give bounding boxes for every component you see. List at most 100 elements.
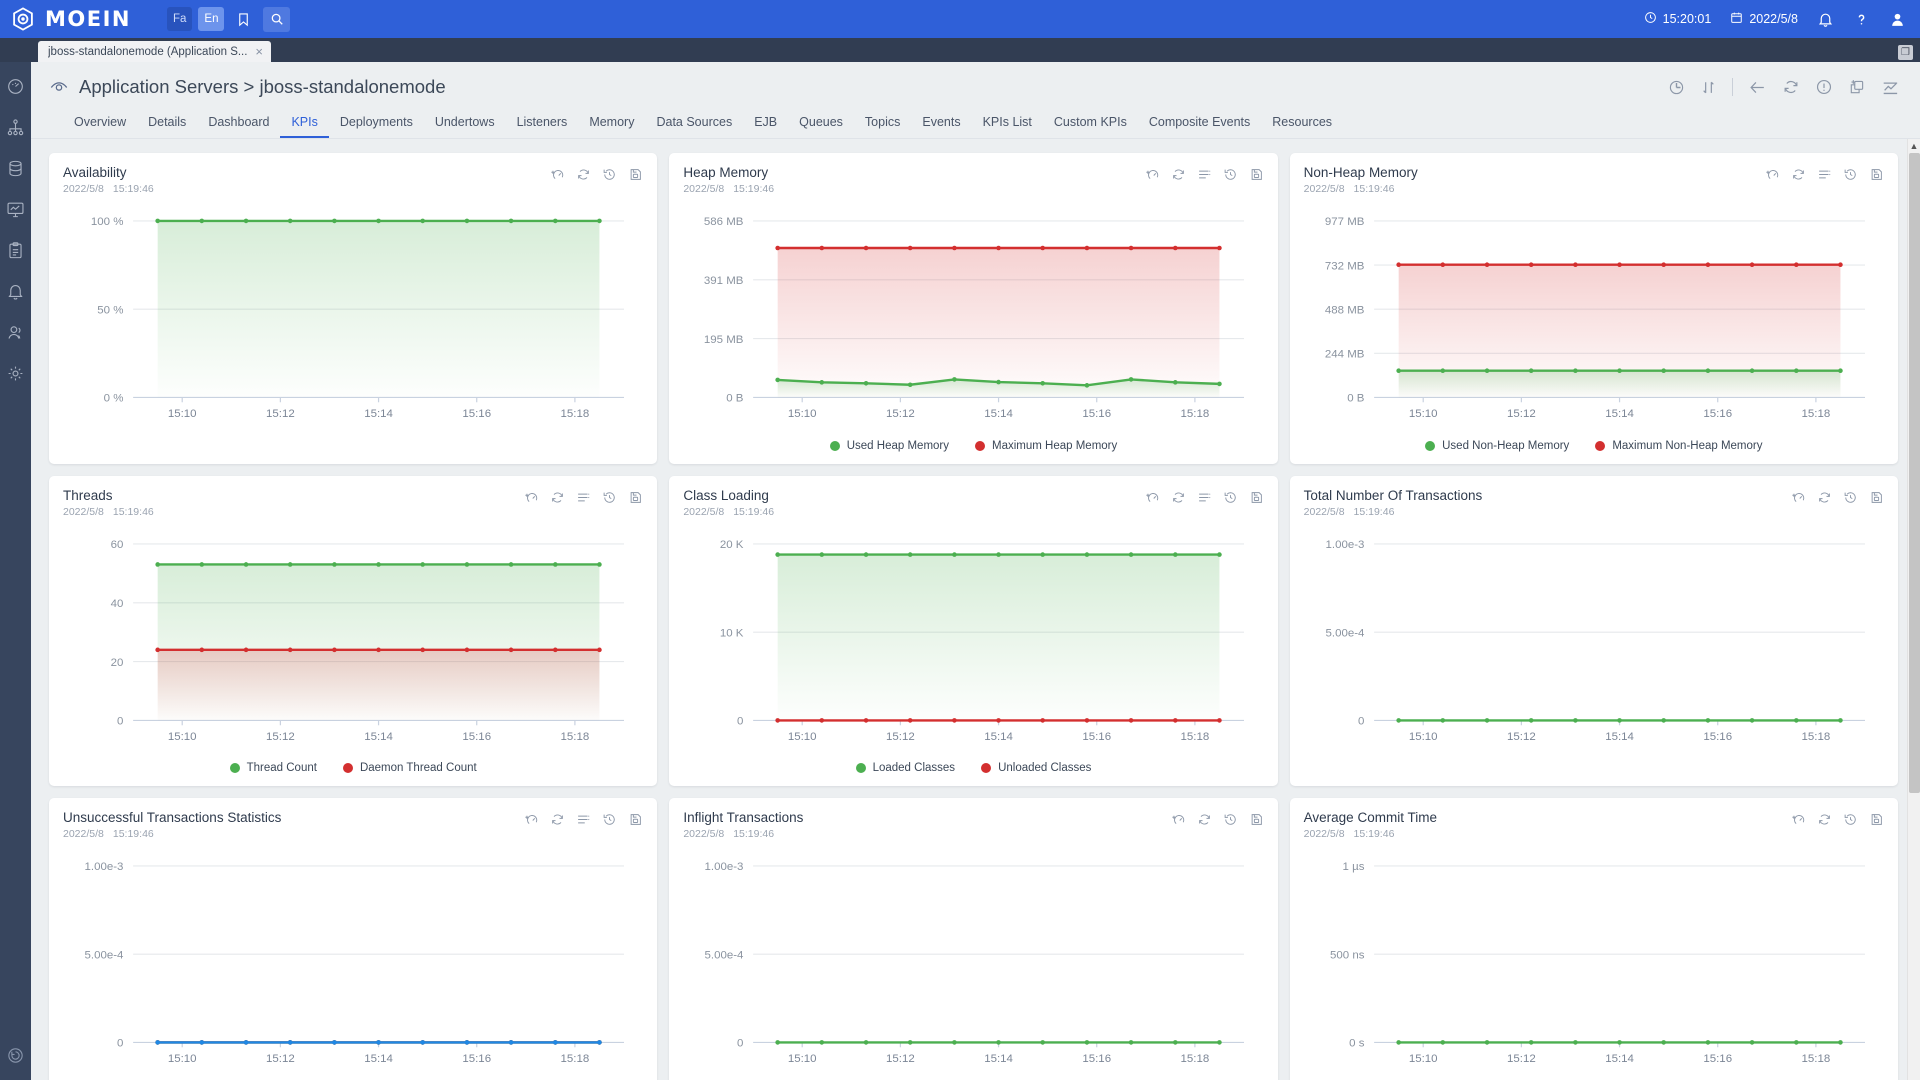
topology-icon[interactable]	[5, 116, 27, 138]
add-gauge-icon[interactable]	[550, 167, 565, 182]
scroll-up-arrow-icon[interactable]: ▲	[1908, 139, 1920, 152]
users-icon[interactable]	[5, 321, 27, 343]
bookmark-icon[interactable]	[230, 7, 257, 32]
save-icon[interactable]	[1869, 490, 1884, 505]
chart-area-availability[interactable]: 0 % 50 % 100 % 15:10 15:12 15:14 15:16 15:18	[63, 204, 643, 434]
list-icon[interactable]	[1197, 167, 1212, 182]
chart-area-inflight-transactions[interactable]: 0 5.00e-4 1.00e-3 15:10 15:12 15:14 15:16 15:18	[683, 849, 1263, 1079]
save-icon[interactable]	[1249, 812, 1264, 827]
sort-icon[interactable]	[1700, 79, 1717, 96]
refresh-icon[interactable]	[1197, 812, 1212, 827]
add-gauge-icon[interactable]	[1791, 812, 1806, 827]
search-icon[interactable]	[263, 6, 291, 32]
add-gauge-icon[interactable]	[1171, 812, 1186, 827]
chart-icon[interactable]	[1881, 78, 1900, 97]
info-icon[interactable]	[1815, 78, 1833, 96]
browser-tab-jboss[interactable]: jboss-standalonemode (Application S... ×	[38, 41, 271, 62]
chart-area-total-transactions[interactable]: 0 5.00e-4 1.00e-3 15:10 15:12 15:14 15:16 15:18	[1304, 527, 1884, 757]
time-range-icon[interactable]	[1668, 79, 1685, 96]
history-icon[interactable]	[1223, 812, 1238, 827]
legend-item[interactable]: Thread Count	[229, 762, 317, 774]
add-gauge-icon[interactable]	[524, 812, 539, 827]
refresh-icon[interactable]	[1817, 490, 1832, 505]
clipboard-icon[interactable]	[5, 239, 27, 261]
history-icon[interactable]	[602, 490, 617, 505]
save-icon[interactable]	[628, 812, 643, 827]
tab-dashboard[interactable]: Dashboard	[197, 109, 280, 138]
sync-icon[interactable]	[5, 1044, 27, 1066]
tab-undertows[interactable]: Undertows	[424, 109, 506, 138]
chart-area-heap-memory[interactable]: 0 B 195 MB 391 MB 586 MB 15:10 15:12 15:14 15:1…	[683, 204, 1263, 434]
list-icon[interactable]	[1197, 490, 1212, 505]
tab-details[interactable]: Details	[137, 109, 197, 138]
refresh-icon[interactable]	[1782, 78, 1800, 96]
history-icon[interactable]	[1843, 167, 1858, 182]
save-icon[interactable]	[1869, 167, 1884, 182]
tab-data-sources[interactable]: Data Sources	[645, 109, 743, 138]
legend-item[interactable]: Daemon Thread Count	[342, 762, 477, 774]
gear-icon[interactable]	[5, 362, 27, 384]
user-account-icon[interactable]	[1889, 11, 1906, 28]
monitor-chart-icon[interactable]	[5, 198, 27, 220]
refresh-icon[interactable]	[550, 812, 565, 827]
history-icon[interactable]	[602, 812, 617, 827]
save-icon[interactable]	[1869, 812, 1884, 827]
history-icon[interactable]	[602, 167, 617, 182]
legend-item[interactable]: Maximum Non-Heap Memory	[1595, 440, 1763, 452]
gauge-icon[interactable]	[5, 75, 27, 97]
refresh-icon[interactable]	[1171, 490, 1186, 505]
lang-en-button[interactable]: En	[198, 7, 225, 31]
vertical-scrollbar[interactable]: ▲	[1907, 139, 1920, 1080]
save-icon[interactable]	[628, 490, 643, 505]
restore-window-icon[interactable]: ❐	[1898, 45, 1913, 60]
chart-area-threads[interactable]: 0 20 40 60 15:10 15:12 15:14 15:16 15:18	[63, 527, 643, 757]
add-gauge-icon[interactable]	[1145, 490, 1160, 505]
save-icon[interactable]	[1249, 490, 1264, 505]
history-icon[interactable]	[1843, 812, 1858, 827]
legend-item[interactable]: Unloaded Classes	[981, 762, 1091, 774]
tab-topics[interactable]: Topics	[854, 109, 911, 138]
tab-memory[interactable]: Memory	[578, 109, 645, 138]
chart-area-average-commit-time[interactable]: 0 s 500 ns 1 µs 15:10 15:12 15:14 15:16 15:18	[1304, 849, 1884, 1079]
history-icon[interactable]	[1223, 167, 1238, 182]
bell-icon[interactable]	[5, 280, 27, 302]
list-icon[interactable]	[576, 490, 591, 505]
tab-kpis[interactable]: KPIs	[280, 109, 329, 138]
chart-area-class-loading[interactable]: 0 10 K 20 K 15:10 15:12 15:14 15:16 15:18	[683, 527, 1263, 757]
add-gauge-icon[interactable]	[1791, 490, 1806, 505]
legend-item[interactable]: Maximum Heap Memory	[975, 440, 1117, 452]
tab-overview[interactable]: Overview	[63, 109, 137, 138]
close-icon[interactable]: ×	[255, 44, 263, 59]
save-icon[interactable]	[1249, 167, 1264, 182]
tab-composite-events[interactable]: Composite Events	[1138, 109, 1261, 138]
history-icon[interactable]	[1843, 490, 1858, 505]
database-icon[interactable]	[5, 157, 27, 179]
save-icon[interactable]	[628, 167, 643, 182]
add-gauge-icon[interactable]	[1145, 167, 1160, 182]
list-icon[interactable]	[1817, 167, 1832, 182]
tab-queues[interactable]: Queues	[788, 109, 854, 138]
refresh-icon[interactable]	[1791, 167, 1806, 182]
refresh-icon[interactable]	[576, 167, 591, 182]
legend-item[interactable]: Loaded Classes	[855, 762, 955, 774]
back-arrow-icon[interactable]	[1748, 78, 1767, 97]
tab-kpis-list[interactable]: KPIs List	[972, 109, 1043, 138]
notifications-bell-icon[interactable]	[1817, 11, 1834, 28]
tab-deployments[interactable]: Deployments	[329, 109, 424, 138]
chart-area-non-heap-memory[interactable]: 0 B 244 MB 488 MB 732 MB 977 MB 15:10 15:12 15:…	[1304, 204, 1884, 434]
refresh-icon[interactable]	[550, 490, 565, 505]
legend-item[interactable]: Used Non-Heap Memory	[1425, 440, 1569, 452]
tab-resources[interactable]: Resources	[1261, 109, 1343, 138]
tab-ejb[interactable]: EJB	[743, 109, 788, 138]
history-icon[interactable]	[1223, 490, 1238, 505]
lang-fa-button[interactable]: Fa	[166, 7, 193, 31]
help-icon[interactable]	[1853, 11, 1870, 28]
list-icon[interactable]	[576, 812, 591, 827]
tab-custom-kpis[interactable]: Custom KPIs	[1043, 109, 1138, 138]
chart-area-unsuccessful-transactions[interactable]: 0 5.00e-4 1.00e-3 15:10 15:12 15:14 15:16 15:18	[63, 849, 643, 1079]
add-panel-icon[interactable]	[1848, 78, 1866, 96]
refresh-icon[interactable]	[1171, 167, 1186, 182]
tab-events[interactable]: Events	[911, 109, 971, 138]
tab-listeners[interactable]: Listeners	[506, 109, 579, 138]
scrollbar-thumb[interactable]	[1909, 153, 1920, 793]
